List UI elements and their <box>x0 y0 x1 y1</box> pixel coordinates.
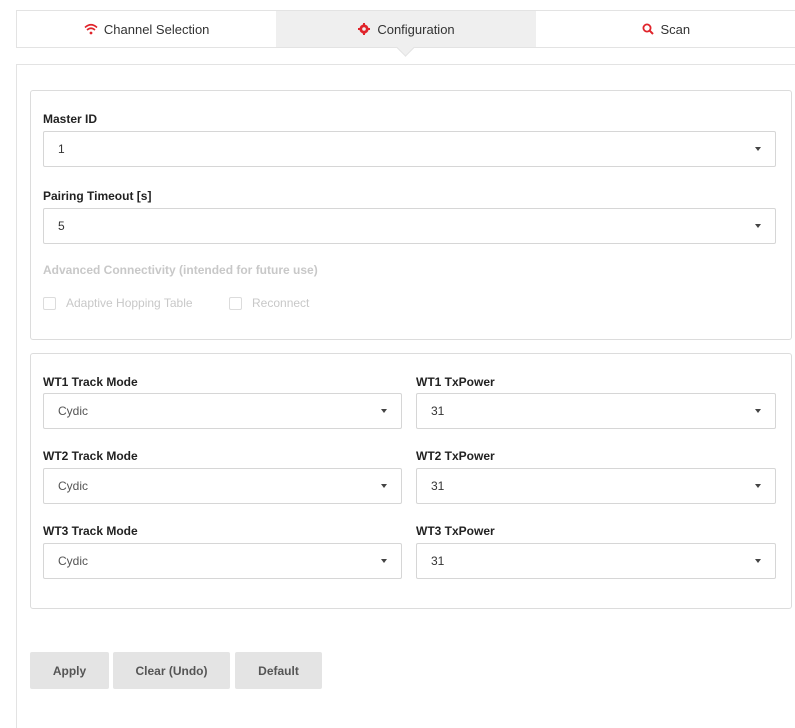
wt1-txpower-value: 31 <box>431 404 445 418</box>
advanced-connectivity-label: Advanced Connectivity (intended for futu… <box>43 263 318 277</box>
chevron-down-icon <box>755 559 761 563</box>
pairing-timeout-label: Pairing Timeout [s] <box>43 189 152 203</box>
tab-bar: Channel Selection Configuration Scan <box>16 10 795 48</box>
pairing-timeout-value: 5 <box>58 219 65 233</box>
wt1-txpower-select[interactable]: 31 <box>416 393 776 429</box>
wt3-track-mode-label: WT3 Track Mode <box>43 524 138 538</box>
wt1-txpower-label: WT1 TxPower <box>416 375 495 389</box>
wt2-track-mode-select[interactable]: Cydic <box>43 468 402 504</box>
default-button[interactable]: Default <box>235 652 322 689</box>
reconnect-label: Reconnect <box>252 296 310 310</box>
clear-undo-button[interactable]: Clear (Undo) <box>113 652 230 689</box>
chevron-down-icon <box>381 559 387 563</box>
wt1-track-mode-value: Cydic <box>58 404 89 418</box>
adaptive-hopping-label: Adaptive Hopping Table <box>66 296 193 310</box>
wt3-txpower-label: WT3 TxPower <box>416 524 495 538</box>
gear-icon <box>357 22 371 36</box>
chevron-down-icon <box>381 409 387 413</box>
wt2-txpower-value: 31 <box>431 479 445 493</box>
wt3-txpower-value: 31 <box>431 554 445 568</box>
tab-label: Channel Selection <box>103 21 210 37</box>
wt3-txpower-select[interactable]: 31 <box>416 543 776 579</box>
master-id-value: 1 <box>58 142 65 156</box>
checkbox-box <box>229 296 242 310</box>
master-id-select[interactable]: 1 <box>43 131 776 167</box>
wt2-txpower-select[interactable]: 31 <box>416 468 776 504</box>
master-id-label: Master ID <box>43 112 98 126</box>
tab-configuration[interactable]: Configuration <box>276 11 536 47</box>
wt3-track-mode-select[interactable]: Cydic <box>43 543 402 579</box>
chevron-down-icon <box>755 147 761 151</box>
chevron-down-icon <box>381 484 387 488</box>
tab-label: Configuration <box>377 21 455 37</box>
tab-label: Scan <box>660 21 691 37</box>
wt1-track-mode-label: WT1 Track Mode <box>43 375 138 389</box>
tab-scan[interactable]: Scan <box>536 11 795 47</box>
reconnect-checkbox[interactable]: Reconnect <box>229 296 309 310</box>
adaptive-hopping-checkbox[interactable]: Adaptive Hopping Table <box>43 296 193 310</box>
search-icon <box>641 22 655 36</box>
pairing-timeout-select[interactable]: 5 <box>43 208 776 244</box>
wifi-icon <box>84 22 98 36</box>
checkbox-box <box>43 296 56 310</box>
wt2-track-mode-value: Cydic <box>58 479 89 493</box>
chevron-down-icon <box>755 409 761 413</box>
chevron-down-icon <box>755 484 761 488</box>
apply-button[interactable]: Apply <box>30 652 109 689</box>
tab-channel-selection[interactable]: Channel Selection <box>17 11 276 47</box>
wt3-track-mode-value: Cydic <box>58 554 89 568</box>
wt2-txpower-label: WT2 TxPower <box>416 449 495 463</box>
wt1-track-mode-select[interactable]: Cydic <box>43 393 402 429</box>
chevron-down-icon <box>755 224 761 228</box>
wt2-track-mode-label: WT2 Track Mode <box>43 449 138 463</box>
